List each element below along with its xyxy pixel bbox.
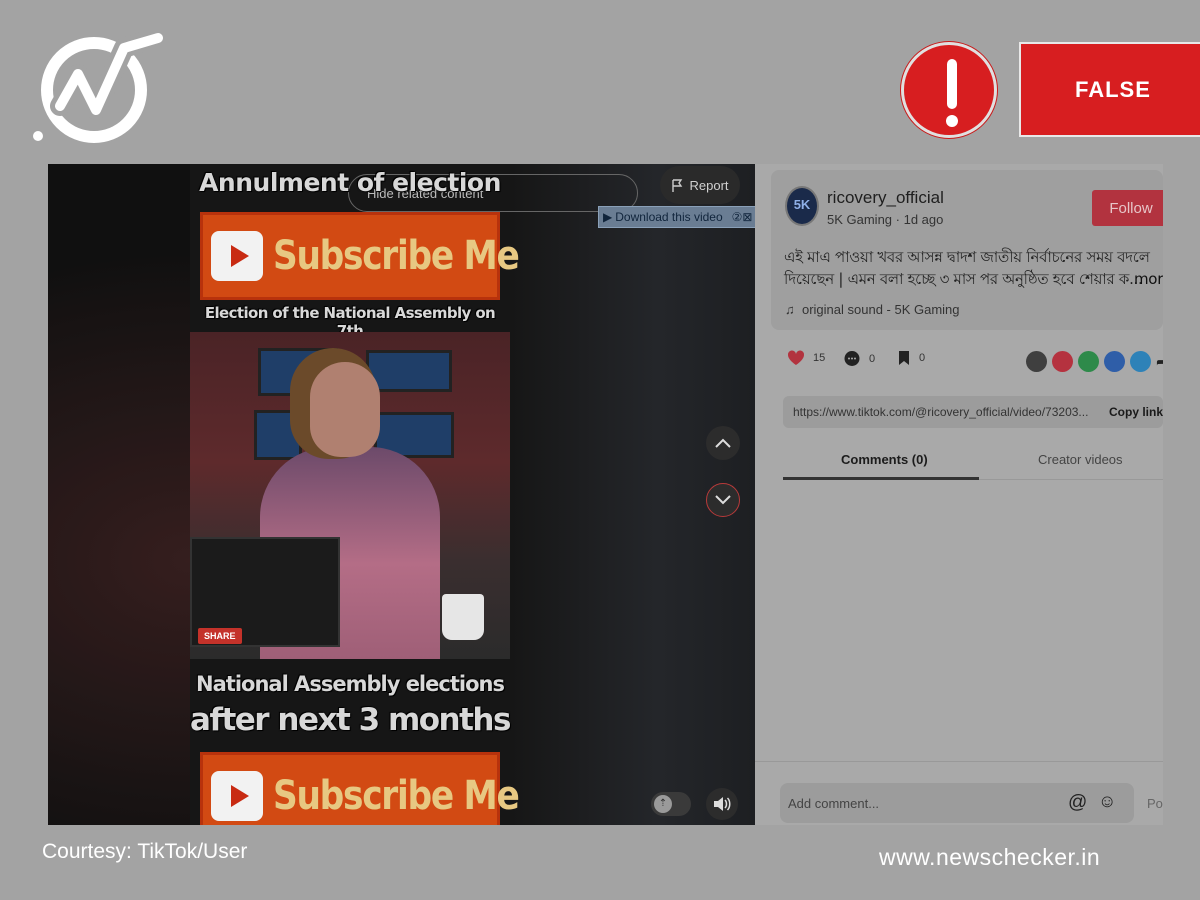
chevron-up-icon (715, 438, 731, 448)
download-label: Download this video (615, 210, 723, 224)
tab-comments[interactable]: Comments (0) (841, 452, 928, 467)
action-bar: 15 0 0 ➦ (787, 350, 1163, 376)
news-anchor-image: SHARE (190, 332, 510, 659)
comment-placeholder: Add comment... (788, 795, 880, 811)
subscribe-banner-2: Subscribe Me (200, 752, 520, 825)
download-extra: ②⊠ (731, 210, 753, 224)
sound-label: original sound - 5K Gaming (801, 302, 960, 317)
caption-bottom-1: National Assembly elections (196, 672, 505, 696)
post-comment-button[interactable]: Po (1147, 796, 1163, 811)
youtube-play-icon (211, 231, 263, 281)
like-action[interactable]: 15 (787, 350, 825, 366)
report-label: Report (689, 177, 729, 193)
tiktok-screenshot: Hide related content Annulment of electi… (48, 164, 1163, 825)
mention-icon[interactable]: @ (1068, 792, 1087, 814)
comment-count: 0 (869, 353, 876, 365)
divider (755, 761, 1163, 762)
video-link-text: https://www.tiktok.com/@ricovery_officia… (793, 405, 1089, 419)
more-link[interactable]: more (1134, 268, 1163, 290)
site-url: www.newschecker.in (879, 844, 1101, 870)
report-button[interactable]: Report (660, 166, 740, 204)
bookmark-icon (899, 351, 909, 365)
tab-creator-videos[interactable]: Creator videos (1038, 452, 1123, 467)
caption-bottom-2: after next 3 months (190, 702, 511, 738)
speaker-icon (714, 797, 731, 811)
post-sidebar: 5K ricovery_official 5K Gaming · 1d ago … (755, 164, 1163, 825)
video-link-field[interactable]: https://www.tiktok.com/@ricovery_officia… (783, 396, 1163, 428)
video-frame: Hide related content Annulment of electi… (190, 164, 638, 825)
verdict-badge: FALSE (1019, 42, 1200, 137)
play-icon: ▶ (603, 210, 613, 224)
comment-bubble-icon (844, 351, 860, 366)
copy-link-button[interactable]: Copy link (1109, 405, 1163, 419)
avatar[interactable]: 5K (785, 186, 819, 226)
chevron-down-icon (715, 495, 731, 505)
exclamation-icon (901, 42, 997, 138)
previous-video-button[interactable] (706, 426, 740, 460)
emoji-icon[interactable]: ☺ (1098, 791, 1116, 812)
subscribe-text: Subscribe Me (273, 233, 520, 279)
subscribe-banner: Subscribe Me (200, 212, 520, 300)
whatsapp-icon[interactable] (1078, 351, 1099, 372)
username[interactable]: ricovery_official (827, 188, 944, 208)
sound-link[interactable]: ♫ original sound - 5K Gaming (785, 302, 960, 317)
embed-icon[interactable] (1026, 351, 1047, 372)
mug (442, 594, 484, 640)
post-description: এই মাএ পাওয়া খবর আসন্ন দ্বাদশ জাতীয় নি… (784, 246, 1163, 290)
comment-action[interactable]: 0 (843, 350, 875, 368)
share-arrow-icon[interactable]: ➦ (1156, 352, 1163, 370)
twitter-icon[interactable] (1130, 351, 1151, 372)
facebook-icon[interactable] (1104, 351, 1125, 372)
follow-button[interactable]: Follow (1092, 190, 1163, 226)
like-count: 15 (813, 352, 826, 364)
post-meta: 5K Gaming · 1d ago (827, 212, 944, 227)
subscribe-text: Subscribe Me (273, 773, 520, 819)
courtesy-credit: Courtesy: TikTok/User (42, 840, 248, 863)
active-tab-indicator (783, 477, 979, 480)
heart-icon (787, 350, 805, 365)
arrow-up-icon: ⇡ (654, 795, 672, 813)
music-note-icon: ♫ (785, 302, 795, 317)
flag-icon (672, 178, 683, 192)
share-tag: SHARE (198, 628, 242, 644)
volume-button[interactable] (706, 788, 738, 820)
autoscroll-toggle[interactable]: ⇡ (651, 792, 691, 816)
save-action[interactable]: 0 (897, 350, 925, 366)
youtube-play-icon (211, 771, 263, 821)
next-video-button[interactable] (706, 483, 740, 517)
description-text: এই মাএ পাওয়া খবর আসন্ন দ্বাদশ জাতীয় নি… (784, 248, 1150, 288)
send-icon[interactable] (1052, 351, 1073, 372)
video-player[interactable]: Hide related content Annulment of electi… (48, 164, 755, 825)
save-count: 0 (919, 352, 926, 364)
newschecker-logo-icon (33, 30, 165, 143)
download-video-bar[interactable]: ▶ Download this video ②⊠ (598, 206, 755, 228)
caption-top: Annulment of election (199, 168, 501, 197)
comment-tabs: Comments (0) Creator videos (783, 448, 1163, 480)
post-info-card: 5K ricovery_official 5K Gaming · 1d ago … (771, 170, 1163, 330)
comment-input[interactable]: Add comment... @ ☺ (780, 783, 1134, 823)
